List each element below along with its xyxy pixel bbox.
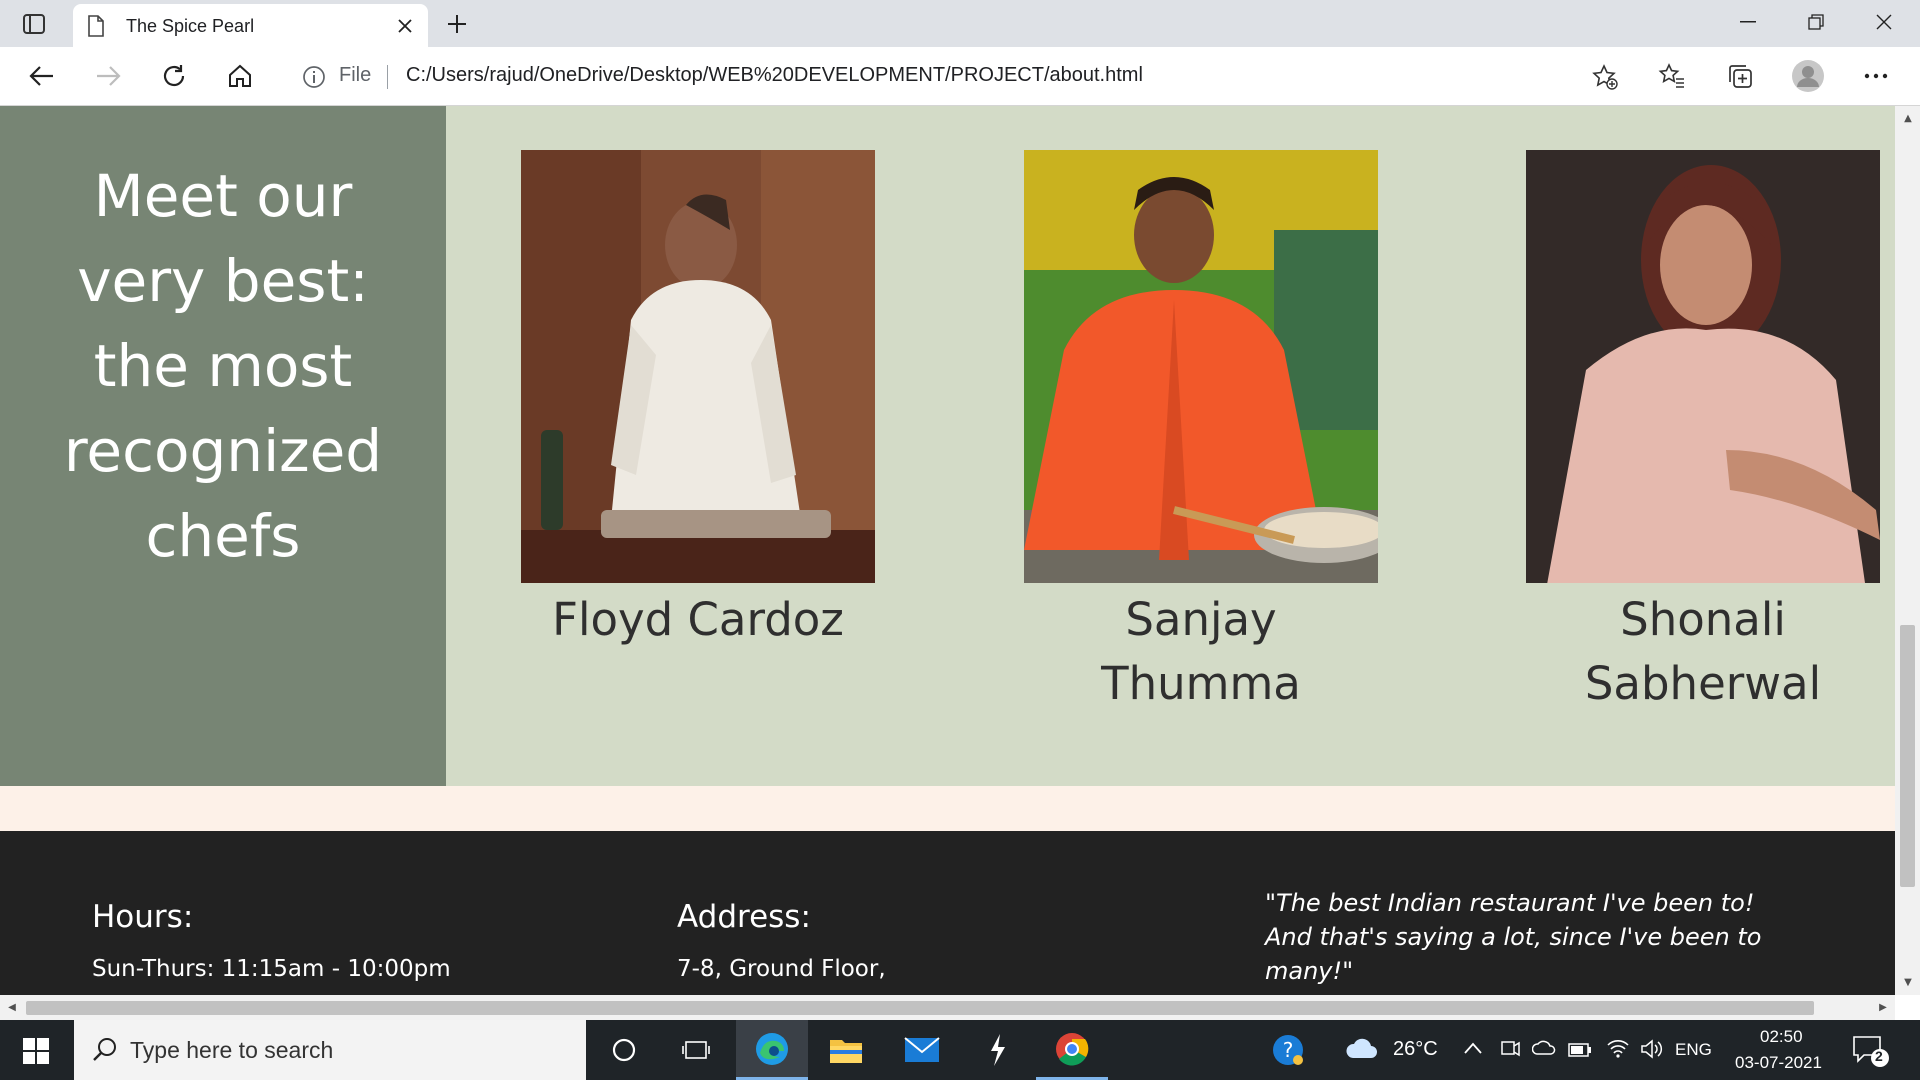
- browser-tab[interactable]: The Spice Pearl: [73, 4, 428, 47]
- horizontal-scrollbar-thumb[interactable]: [26, 1001, 1814, 1015]
- chefs-heading: Meet our very best: the most recognized …: [63, 162, 383, 570]
- chef-card: Floyd Cardoz: [521, 150, 875, 652]
- tab-actions-menu-icon[interactable]: [15, 9, 53, 39]
- back-arrow-icon[interactable]: [22, 58, 62, 94]
- onedrive-icon[interactable]: [1531, 1040, 1556, 1060]
- chef-name: Shonali Sabherwal: [1584, 593, 1822, 710]
- address-text: 7-8, Ground Floor,: [677, 956, 886, 982]
- address-heading: Address:: [677, 899, 811, 935]
- address-divider: [387, 65, 388, 89]
- weather-cloud-icon[interactable]: [1345, 1036, 1379, 1066]
- home-icon[interactable]: [220, 58, 260, 94]
- browser-toolbar: File C:/Users/rajud/OneDrive/Desktop/WEB…: [0, 47, 1920, 106]
- volume-icon[interactable]: [1640, 1038, 1664, 1064]
- clock-date[interactable]: 03-07-2021: [1735, 1053, 1822, 1073]
- mail-icon[interactable]: [886, 1020, 958, 1080]
- close-tab-icon[interactable]: [394, 15, 416, 37]
- clock-time[interactable]: 02:50: [1760, 1027, 1803, 1047]
- browser-tab-strip: The Spice Pearl: [0, 0, 1920, 47]
- tab-title: The Spice Pearl: [126, 16, 255, 36]
- scroll-left-arrow-icon[interactable]: ◀: [2, 997, 22, 1017]
- cortana-icon[interactable]: [588, 1020, 660, 1080]
- customer-quote: "The best Indian restaurant I've been to…: [1265, 889, 1762, 985]
- search-icon: [92, 1036, 118, 1066]
- hours-text: Sun-Thurs: 11:15am - 10:00pm: [92, 956, 451, 982]
- chef-photo-sanjay-thumma: [1024, 150, 1378, 583]
- chef-photo-floyd-cardoz: [521, 150, 875, 583]
- edge-browser-icon[interactable]: [736, 1020, 808, 1080]
- taskbar-search-placeholder: Type here to search: [130, 1037, 334, 1063]
- page-footer: Hours: Sun-Thurs: 11:15am - 10:00pm Addr…: [0, 831, 1895, 995]
- restore-icon[interactable]: [1782, 0, 1850, 44]
- windows-taskbar: Type here to search ? 26°C ENG 02:50 03-…: [0, 1020, 1920, 1080]
- collections-icon[interactable]: [1720, 58, 1760, 94]
- chef-card: Sanjay Thumma: [1024, 150, 1378, 716]
- profile-avatar-icon[interactable]: [1788, 58, 1828, 94]
- chef-card: Shonali Sabherwal: [1526, 150, 1880, 716]
- refresh-icon[interactable]: [154, 58, 194, 94]
- chrome-icon[interactable]: [1036, 1020, 1108, 1080]
- url-text[interactable]: C:/Users/rajud/OneDrive/Desktop/WEB%20DE…: [406, 64, 1143, 87]
- temperature-text[interactable]: 26°C: [1393, 1038, 1438, 1061]
- chef-name: Floyd Cardoz: [552, 593, 844, 646]
- svg-text:?: ?: [1283, 1038, 1294, 1062]
- chevron-up-icon[interactable]: [1463, 1040, 1483, 1059]
- chef-name: Sanjay Thumma: [1101, 593, 1301, 710]
- chefs-heading-panel: Meet our very best: the most recognized …: [0, 106, 446, 786]
- add-favorite-icon[interactable]: [1590, 62, 1620, 92]
- more-menu-icon[interactable]: [1856, 58, 1896, 94]
- scroll-down-arrow-icon[interactable]: ▼: [1898, 972, 1918, 992]
- chefs-section: Meet our very best: the most recognized …: [0, 106, 1895, 786]
- forward-arrow-icon[interactable]: [88, 58, 128, 94]
- chef-photo-shonali-sabherwal: [1526, 150, 1880, 583]
- scroll-right-arrow-icon[interactable]: ▶: [1873, 997, 1893, 1017]
- page-viewport: Meet our very best: the most recognized …: [0, 106, 1895, 995]
- address-bar[interactable]: File C:/Users/rajud/OneDrive/Desktop/WEB…: [282, 55, 1630, 97]
- language-indicator[interactable]: ENG: [1675, 1040, 1712, 1060]
- notification-count-badge: 2: [1875, 1048, 1883, 1064]
- vertical-scrollbar-thumb[interactable]: [1900, 625, 1915, 887]
- help-icon[interactable]: ?: [1252, 1020, 1324, 1080]
- vertical-scrollbar[interactable]: ▲ ▼: [1895, 106, 1920, 995]
- new-tab-button[interactable]: [440, 8, 474, 40]
- horizontal-scrollbar[interactable]: ◀ ▶: [0, 995, 1895, 1020]
- file-icon: [87, 15, 105, 41]
- task-view-icon[interactable]: [660, 1020, 732, 1080]
- file-explorer-icon[interactable]: [810, 1020, 882, 1080]
- windows-start-icon[interactable]: [14, 1032, 58, 1070]
- battery-icon[interactable]: [1568, 1042, 1592, 1061]
- minimize-icon[interactable]: [1714, 0, 1782, 44]
- scroll-up-arrow-icon[interactable]: ▲: [1898, 108, 1918, 128]
- close-window-icon[interactable]: [1850, 0, 1918, 44]
- notifications-icon[interactable]: 2: [1852, 1034, 1892, 1072]
- hours-heading: Hours:: [92, 899, 194, 935]
- url-scheme-label: File: [339, 64, 372, 86]
- info-icon[interactable]: [302, 65, 326, 93]
- taskbar-search-box[interactable]: Type here to search: [74, 1020, 586, 1080]
- meet-now-icon[interactable]: [1500, 1038, 1520, 1064]
- favorites-icon[interactable]: [1652, 58, 1692, 94]
- wifi-icon[interactable]: [1606, 1037, 1630, 1063]
- dev-tool-icon[interactable]: [962, 1020, 1034, 1080]
